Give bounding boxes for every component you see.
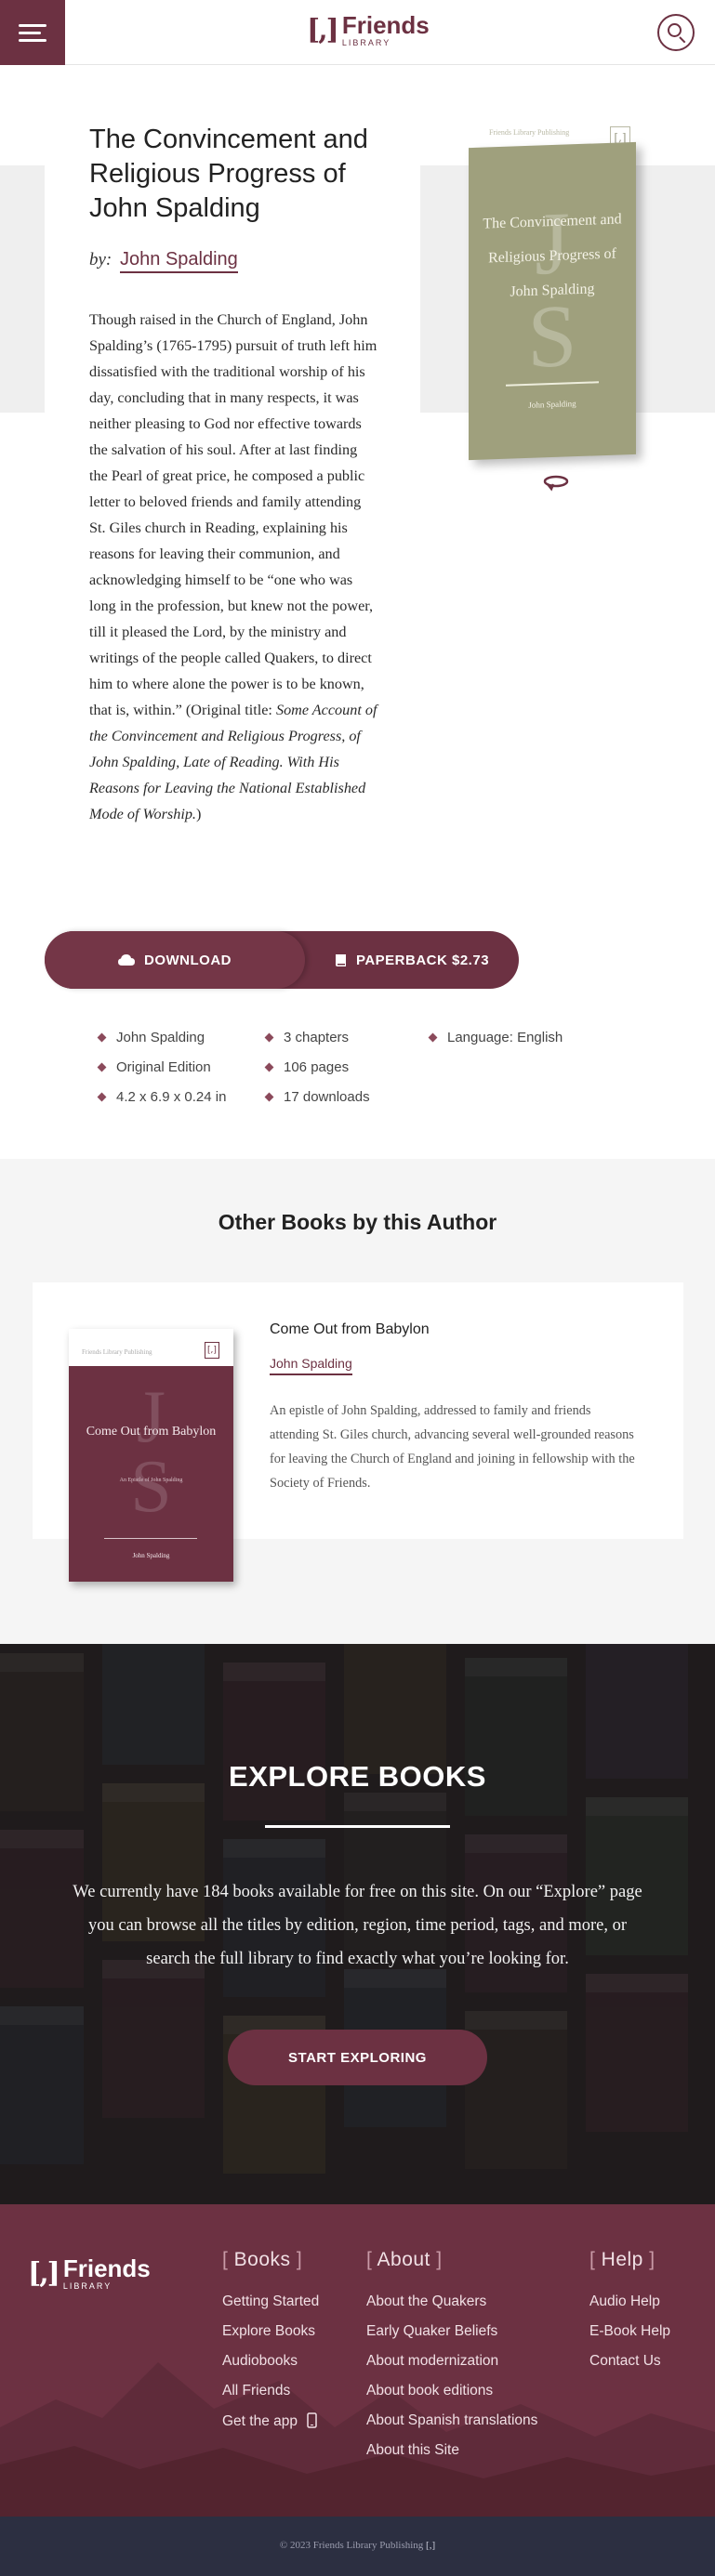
- search-icon: [668, 23, 682, 37]
- meta-downloads-value: 17 downloads: [284, 1089, 370, 1105]
- download-label: DOWNLOAD: [144, 952, 232, 968]
- explore-text: We currently have 184 books available fo…: [73, 1883, 642, 1968]
- meta-language: Language: English: [428, 1030, 563, 1045]
- footer-logo[interactable]: [,] Friends LIBRARY: [28, 2256, 151, 2291]
- book-cover[interactable]: J S The Convincement and Religious Progr…: [469, 141, 636, 461]
- other-book-description: An epistle of John Spalding, addressed t…: [270, 1403, 635, 1491]
- footer-link-about-site[interactable]: About this Site: [366, 2442, 459, 2459]
- meta-size-value: 4.2 x 6.9 x 0.24 in: [116, 1089, 227, 1105]
- site-header: [,] Friends LIBRARY: [0, 0, 715, 65]
- cover-publisher: Friends Library Publishing: [489, 128, 570, 137]
- description-text: Though raised in the Church of England, …: [89, 311, 377, 718]
- meta-pages: 106 pages: [264, 1059, 350, 1075]
- start-exploring-button[interactable]: START EXPLORING: [228, 2030, 487, 2085]
- hamburger-icon-line: [19, 31, 41, 34]
- footer-link-ebook-help[interactable]: E-Book Help: [589, 2323, 670, 2340]
- mini-cover-publisher: Friends Library Publishing: [82, 1348, 152, 1356]
- paperback-button[interactable]: PAPERBACK $2.73: [305, 931, 519, 989]
- book-title: The Convincement and Religious Progress …: [89, 125, 368, 223]
- footer-logo-sub: LIBRARY: [62, 2281, 113, 2291]
- mini-cover-initial-s: S: [130, 1446, 172, 1528]
- footer-link-contact-us[interactable]: Contact Us: [589, 2353, 661, 2370]
- footer-logo-mark: [,]: [28, 2257, 60, 2290]
- description-end: ): [195, 806, 202, 822]
- search-button[interactable]: [657, 14, 695, 51]
- logo-name: Friends: [341, 11, 430, 39]
- phone-icon: [307, 2412, 318, 2428]
- meta-downloads: 17 downloads: [264, 1089, 370, 1105]
- meta-size: 4.2 x 6.9 x 0.24 in: [97, 1089, 227, 1105]
- original-title: Some Account of the Convincement and Rel…: [89, 702, 377, 822]
- footer-link-about-quakers[interactable]: About the Quakers: [366, 2293, 486, 2310]
- footer-link-getting-started[interactable]: Getting Started: [222, 2293, 319, 2310]
- footer-heading-about: [ About ]: [366, 2249, 443, 2270]
- other-book-title[interactable]: Come Out from Babylon: [270, 1321, 430, 1338]
- hamburger-icon-line: [19, 38, 46, 42]
- other-book-author-link[interactable]: John Spalding: [270, 1356, 352, 1375]
- footer-heading-help: [ Help ]: [589, 2249, 655, 2270]
- action-buttons: DOWNLOAD PAPERBACK $2.73: [45, 931, 519, 989]
- logo-mark: [,]: [307, 14, 339, 46]
- book-icon: [335, 953, 346, 966]
- site-logo[interactable]: [,] Friends LIBRARY: [307, 13, 430, 47]
- cover-title: The Convincement and Religious Progress …: [483, 211, 622, 300]
- by-label: by:: [89, 250, 113, 269]
- mini-cover-rule: [104, 1538, 197, 1539]
- author-link[interactable]: John Spalding: [120, 249, 238, 273]
- other-books-heading: Other Books by this Author: [218, 1210, 497, 1234]
- footer-link-all-friends[interactable]: All Friends: [222, 2383, 290, 2399]
- mini-cover-subtitle: An Epistle of John Spalding: [119, 1478, 183, 1483]
- footer-logo-name: Friends: [62, 2254, 151, 2282]
- meta-edition: Original Edition: [97, 1059, 211, 1075]
- meta-author: John Spalding: [97, 1030, 205, 1045]
- footer-heading-books: [ Books ]: [222, 2249, 303, 2270]
- explore-title: EXPLORE BOOKS: [229, 1760, 486, 1793]
- footer-link-spanish-translations[interactable]: About Spanish translations: [366, 2412, 537, 2429]
- copyright-text: © 2023 Friends Library Publishing [,]: [0, 2540, 715, 2551]
- footer-link-early-quaker-beliefs[interactable]: Early Quaker Beliefs: [366, 2323, 497, 2340]
- meta-pages-value: 106 pages: [284, 1059, 350, 1075]
- rotate-icon[interactable]: [541, 472, 571, 494]
- meta-edition-value: Original Edition: [116, 1059, 211, 1075]
- footer-about-heading-text: About: [377, 2249, 430, 2270]
- meta-author-value: John Spalding: [116, 1030, 205, 1045]
- get-the-app-label: Get the app: [222, 2413, 298, 2429]
- mini-cover-author: John Spalding: [132, 1552, 170, 1559]
- search-icon-handle: [679, 36, 686, 44]
- copyright-mark: [,]: [426, 2540, 436, 2551]
- mini-cover-mark: [,]: [205, 1342, 219, 1359]
- mini-cover-title: Come Out from Babylon: [86, 1425, 217, 1439]
- footer-link-explore-books[interactable]: Explore Books: [222, 2323, 315, 2340]
- menu-button[interactable]: [0, 0, 65, 65]
- byline: by: John Spalding: [89, 249, 238, 273]
- other-book-cover[interactable]: J S Come Out from Babylon An Epistle of …: [69, 1329, 233, 1582]
- meta-chapters-value: 3 chapters: [284, 1030, 350, 1045]
- hero-band-left: [0, 165, 45, 413]
- footer-books-heading-text: Books: [233, 2249, 291, 2270]
- footer-help-heading-text: Help: [601, 2249, 643, 2270]
- cloud-download-icon: [118, 954, 135, 966]
- book-description: Though raised in the Church of England, …: [89, 307, 377, 827]
- paperback-label: PAPERBACK $2.73: [355, 952, 490, 968]
- cover-author: John Spalding: [528, 399, 576, 410]
- footer-link-audiobooks[interactable]: Audiobooks: [222, 2353, 298, 2370]
- footer-link-get-the-app[interactable]: Get the app: [222, 2412, 318, 2430]
- logo-sub: LIBRARY: [341, 38, 391, 47]
- footer-link-about-modernization[interactable]: About modernization: [366, 2353, 498, 2370]
- download-button[interactable]: DOWNLOAD: [45, 931, 305, 989]
- copyright-label: © 2023 Friends Library Publishing: [279, 2540, 424, 2551]
- footer-link-audio-help[interactable]: Audio Help: [589, 2293, 660, 2310]
- explore-rule: [265, 1825, 450, 1828]
- meta-chapters: 3 chapters: [264, 1030, 350, 1045]
- meta-language-value: Language: English: [447, 1030, 563, 1045]
- footer-link-about-editions[interactable]: About book editions: [366, 2383, 493, 2399]
- hamburger-icon: [19, 23, 46, 27]
